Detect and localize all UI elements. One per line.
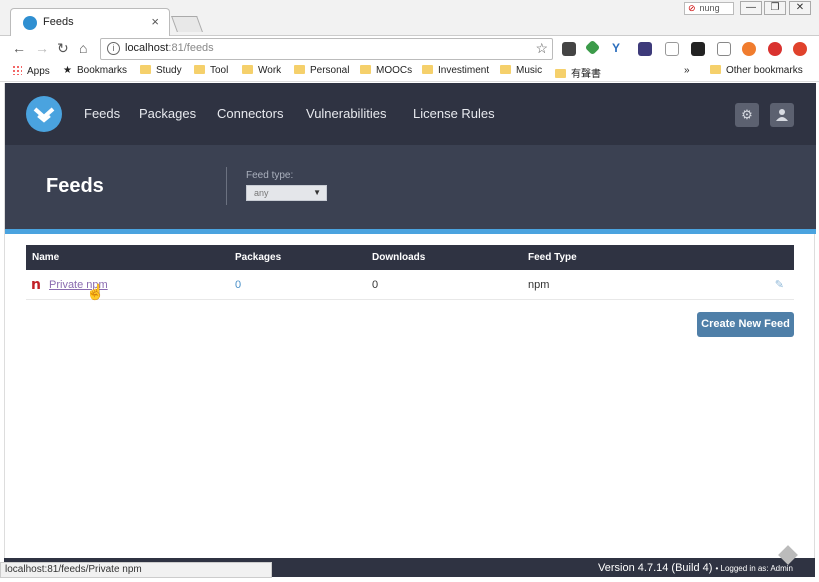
browser-tab[interactable]: Feeds × (10, 8, 170, 36)
red-extension-icon[interactable] (768, 42, 782, 56)
reader-extension-icon[interactable] (717, 42, 731, 56)
nav-license-rules[interactable]: License Rules (413, 106, 495, 121)
play-extension-icon[interactable] (691, 42, 705, 56)
orange-extension-icon[interactable] (742, 42, 756, 56)
bookmark-apps[interactable]: Apps (12, 65, 50, 77)
accent-bar (5, 229, 816, 234)
new-tab-button[interactable] (171, 16, 203, 32)
column-header-packages[interactable]: Packages (235, 252, 281, 263)
back-icon[interactable]: ← (12, 40, 26, 56)
column-header-feed-type[interactable]: Feed Type (528, 252, 577, 263)
header-divider (226, 167, 227, 205)
browser-toolbar: ← → ↻ ⌂ i localhost:81/feeds ☆ Y (0, 36, 819, 62)
feed-type-label: Feed type: (246, 170, 294, 181)
create-new-feed-button[interactable]: Create New Feed (697, 312, 794, 337)
feed-type-cell: npm (528, 279, 550, 291)
folder-icon (360, 65, 371, 74)
feeds-table: Name Packages Downloads Feed Type n Priv… (26, 245, 794, 301)
bookmarks-bar: Apps ★ Bookmarks Study Tool Work Personal… (0, 62, 819, 82)
app-logo[interactable] (26, 96, 62, 132)
tab-title: Feeds (43, 16, 74, 28)
url-text: localhost:81/feeds (125, 42, 214, 54)
browser-tabstrip: Feeds × ⊘ nung — ❐ ✕ (0, 0, 819, 36)
purple-extension-icon[interactable] (638, 42, 652, 56)
forward-icon[interactable]: → (35, 40, 49, 56)
hand-cursor-icon: ☝ (86, 284, 105, 301)
folder-icon (140, 65, 151, 74)
bookmarks-overflow-icon[interactable]: » (684, 65, 690, 76)
profile-button[interactable]: ⊘ nung (684, 2, 734, 15)
bookmark-work[interactable]: Work (242, 65, 281, 76)
bookmark-bookmarks[interactable]: ★ Bookmarks (63, 65, 127, 76)
copy-extension-icon[interactable] (665, 42, 679, 56)
folder-icon (710, 65, 721, 74)
upload-extension-icon[interactable] (793, 42, 807, 56)
nav-packages[interactable]: Packages (139, 106, 196, 121)
folder-icon (555, 69, 566, 78)
folder-icon (194, 65, 205, 74)
info-icon[interactable]: i (107, 42, 120, 55)
folder-icon (422, 65, 433, 74)
caret-down-icon: ▼ (313, 188, 321, 197)
pocket-extension-icon[interactable] (562, 42, 576, 56)
page-title: Feeds (46, 175, 104, 197)
bookmark-moocs[interactable]: MOOCs (360, 65, 412, 76)
bookmark-investiment[interactable]: Investiment (422, 65, 489, 76)
settings-gear-icon[interactable]: ⚙ (735, 103, 759, 127)
feed-favicon-icon (23, 16, 37, 30)
table-row: n Private npm 0 0 npm ✎ ☝ (26, 270, 794, 301)
home-icon[interactable]: ⌂ (79, 40, 87, 56)
version-info: Version 4.7.14 (Build 4) • Logged in as:… (598, 562, 793, 574)
minimize-button[interactable]: — (740, 1, 762, 15)
star-icon: ★ (63, 65, 72, 76)
nav-vulnerabilities[interactable]: Vulnerabilities (306, 106, 386, 121)
packages-count[interactable]: 0 (235, 279, 241, 291)
reload-icon[interactable]: ↻ (57, 40, 69, 57)
bookmark-star-icon[interactable]: ☆ (535, 40, 548, 57)
bookmark-tool[interactable]: Tool (194, 65, 228, 76)
bookmark-audiobooks[interactable]: 有聲書 (555, 65, 601, 80)
apps-grid-icon (12, 65, 22, 75)
v-extension-icon[interactable]: Y (612, 42, 626, 56)
address-bar[interactable]: i localhost:81/feeds ☆ (100, 38, 553, 60)
maximize-button[interactable]: ❐ (764, 1, 786, 15)
nav-feeds[interactable]: Feeds (84, 106, 120, 121)
bookmark-music[interactable]: Music (500, 65, 542, 76)
npm-icon: n (31, 277, 41, 293)
profile-name: nung (699, 3, 720, 13)
close-window-button[interactable]: ✕ (789, 1, 811, 15)
bookmark-study[interactable]: Study (140, 65, 182, 76)
column-header-downloads[interactable]: Downloads (372, 252, 425, 263)
edit-pencil-icon[interactable]: ✎ (775, 278, 784, 291)
top-navbar: Feeds Packages Connectors Vulnerabilitie… (5, 83, 816, 145)
folder-icon (242, 65, 253, 74)
nav-connectors[interactable]: Connectors (217, 106, 283, 121)
bookmark-other[interactable]: Other bookmarks (710, 65, 803, 76)
page-header: Feeds Feed type: any ▼ (5, 145, 816, 229)
column-header-name[interactable]: Name (32, 252, 59, 263)
tab-close-icon[interactable]: × (151, 14, 159, 29)
app-viewport: Feeds Packages Connectors Vulnerabilitie… (4, 83, 816, 558)
downloads-count: 0 (372, 279, 379, 291)
link-hover-url: localhost:81/feeds/Private npm (0, 562, 272, 578)
green-extension-icon[interactable] (584, 39, 601, 56)
bookmark-personal[interactable]: Personal (294, 65, 349, 76)
chevron-logo-icon (33, 107, 55, 123)
folder-icon (500, 65, 511, 74)
table-header: Name Packages Downloads Feed Type (26, 245, 794, 270)
user-avatar-icon[interactable] (770, 103, 794, 127)
feed-type-select[interactable]: any ▼ (246, 185, 327, 201)
feed-type-value: any (254, 188, 269, 198)
folder-icon (294, 65, 305, 74)
